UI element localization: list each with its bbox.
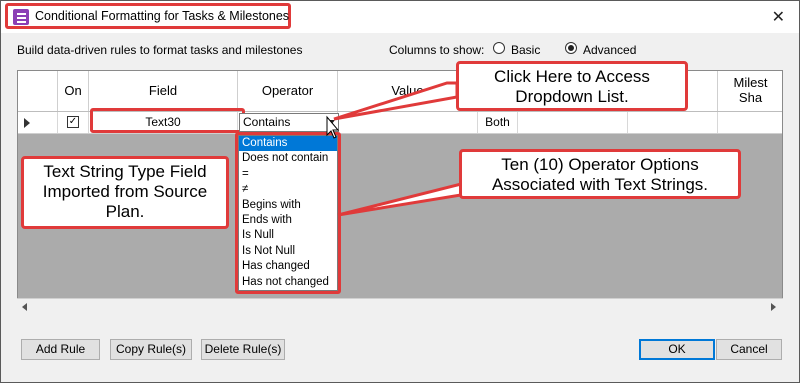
close-icon[interactable]: ✕ (772, 7, 785, 26)
add-rule-button[interactable]: Add Rule (21, 339, 100, 360)
title-highlight: Conditional Formatting for Tasks & Miles… (5, 3, 291, 29)
scroll-left-icon[interactable] (22, 303, 27, 311)
dropdown-option-not-equals[interactable]: ≠ (239, 182, 337, 197)
operator-selected-value: Contains (243, 115, 291, 129)
operator-combobox[interactable]: Contains (239, 113, 339, 132)
header-milestone-shape[interactable]: Milest Sha (718, 71, 782, 111)
dropdown-option-has-not-changed[interactable]: Has not changed (239, 275, 337, 290)
field-type-callout: Text String Type Field Imported from Sou… (21, 156, 229, 229)
ok-button[interactable]: OK (639, 339, 715, 360)
radio-advanced[interactable] (565, 42, 577, 54)
delete-rule-button[interactable]: Delete Rule(s) (201, 339, 285, 360)
dropdown-option-begins-with[interactable]: Begins with (239, 198, 337, 213)
dropdown-hint-callout: Click Here to Access Dropdown List. (456, 61, 688, 111)
header-on[interactable]: On (58, 71, 89, 111)
row-empty-cell-2[interactable] (628, 112, 718, 133)
operator-dropdown-list[interactable]: Contains Does not contain = ≠ Begins wit… (238, 135, 338, 291)
header-operator[interactable]: Operator (238, 71, 338, 111)
dropdown-option-contains[interactable]: Contains (239, 136, 337, 152)
on-checkbox[interactable]: ✓ (67, 116, 79, 128)
field-highlight (90, 108, 245, 133)
dialog-window: Conditional Formatting for Tasks & Miles… (0, 0, 800, 383)
radio-basic[interactable] (493, 42, 505, 54)
radio-basic-label[interactable]: Basic (511, 43, 540, 57)
dropdown-option-has-changed[interactable]: Has changed (239, 259, 337, 274)
window-title: Conditional Formatting for Tasks & Miles… (35, 9, 290, 23)
columns-to-show-label: Columns to show: (389, 43, 485, 57)
row-empty-cell-3[interactable] (718, 112, 782, 133)
row-on-cell[interactable]: ✓ (58, 112, 89, 133)
horizontal-scrollbar[interactable] (17, 298, 783, 316)
scroll-right-icon[interactable] (771, 303, 776, 311)
row-selector[interactable] (18, 112, 58, 133)
dropdown-option-ends-with[interactable]: Ends with (239, 213, 337, 228)
table-row[interactable]: ✓ Text30 Both Contains (18, 108, 782, 134)
dropdown-option-is-not-null[interactable]: Is Not Null (239, 244, 337, 259)
header-field[interactable]: Field (89, 71, 238, 111)
header-rowselector (18, 71, 58, 111)
app-icon (13, 9, 29, 25)
dropdown-option-equals[interactable]: = (239, 167, 337, 182)
radio-advanced-label[interactable]: Advanced (583, 43, 636, 57)
description-text: Build data-driven rules to format tasks … (17, 43, 303, 57)
applies-to-value: Both (485, 115, 510, 129)
title-bar: Conditional Formatting for Tasks & Miles… (1, 1, 799, 33)
chevron-down-icon[interactable] (327, 120, 335, 125)
operator-options-callout: Ten (10) Operator Options Associated wit… (459, 149, 741, 199)
row-arrow-icon (24, 118, 30, 128)
row-empty-cell-1[interactable] (518, 112, 628, 133)
copy-rule-button[interactable]: Copy Rule(s) (110, 339, 192, 360)
cancel-button[interactable]: Cancel (716, 339, 782, 360)
dropdown-option-does-not-contain[interactable]: Does not contain (239, 151, 337, 166)
header-milestone-line: Milest (733, 75, 768, 90)
row-appliesto-cell[interactable]: Both (478, 112, 518, 133)
dropdown-option-is-null[interactable]: Is Null (239, 228, 337, 243)
header-shape-line: Sha (738, 90, 763, 105)
row-value-cell[interactable] (338, 112, 478, 133)
